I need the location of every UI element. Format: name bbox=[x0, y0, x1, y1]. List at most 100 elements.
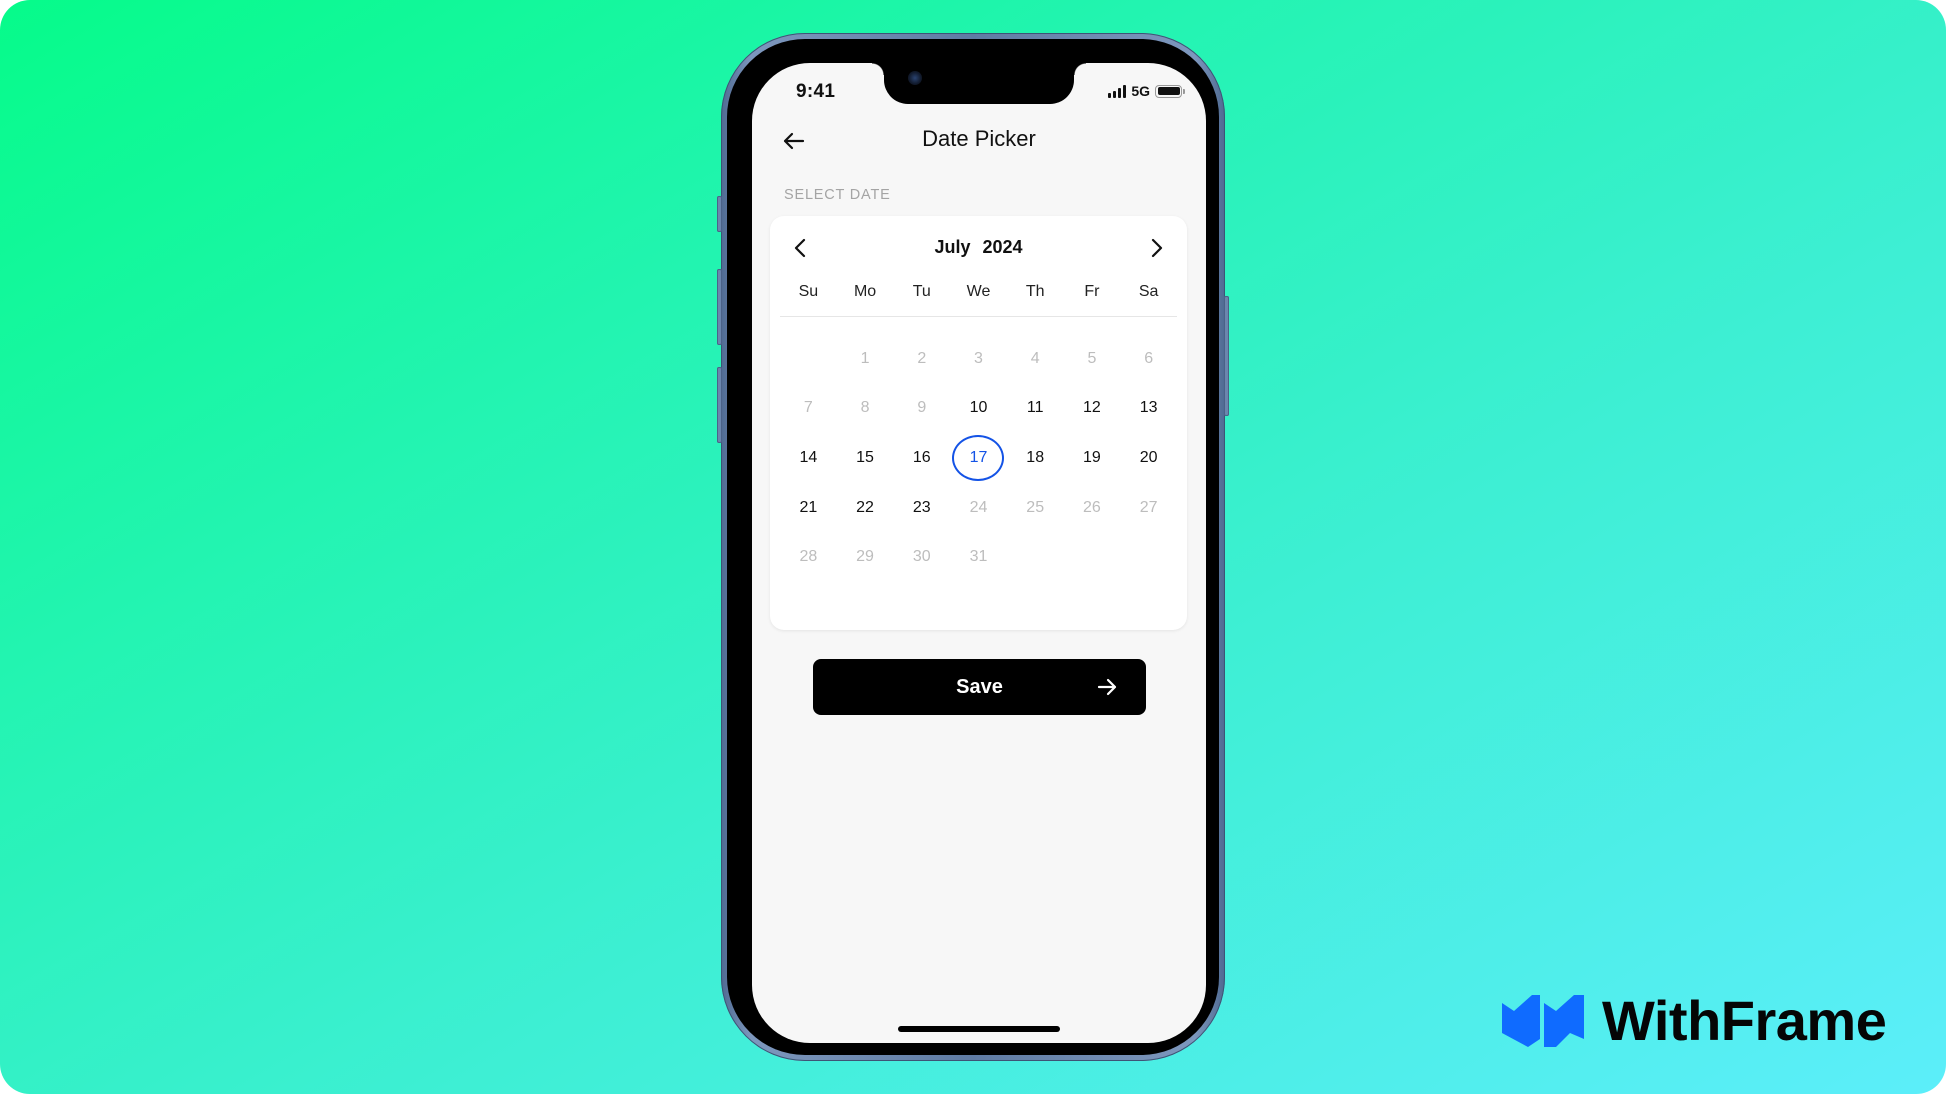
day-cell: 3 bbox=[950, 334, 1007, 384]
day-cell[interactable]: 18 bbox=[1007, 433, 1064, 483]
day-cell: 9 bbox=[893, 384, 950, 434]
page-title: Date Picker bbox=[922, 126, 1036, 151]
save-button-label: Save bbox=[956, 675, 1003, 698]
day-number: 18 bbox=[1026, 448, 1045, 466]
weekday-label: Mo bbox=[853, 283, 877, 300]
power-button bbox=[1224, 296, 1229, 416]
chevron-right-icon bbox=[1151, 238, 1163, 258]
phone-bezel: 9:41 5G Date Picker SELECT DATE July 202… bbox=[727, 39, 1219, 1055]
day-number: 29 bbox=[856, 548, 874, 566]
day-number: 15 bbox=[856, 448, 874, 466]
day-number: 11 bbox=[1026, 399, 1044, 417]
day-cell: 25 bbox=[1007, 483, 1064, 533]
weekday-label: Su bbox=[798, 283, 819, 300]
withframe-logo-icon bbox=[1502, 995, 1584, 1047]
day-cell: 1 bbox=[837, 334, 894, 384]
day-number: 6 bbox=[1144, 349, 1154, 367]
mute-switch bbox=[717, 196, 722, 232]
day-cell: 29 bbox=[837, 532, 894, 582]
day-cell[interactable]: 22 bbox=[837, 483, 894, 533]
weekday-divider bbox=[780, 316, 1177, 317]
day-cell[interactable]: 21 bbox=[780, 483, 837, 533]
day-number: 5 bbox=[1087, 349, 1097, 367]
day-number: 26 bbox=[1083, 498, 1101, 516]
day-cell: 5 bbox=[1064, 334, 1121, 384]
day-number: 27 bbox=[1139, 498, 1158, 516]
day-number: 10 bbox=[969, 399, 988, 417]
day-cell: 24 bbox=[950, 483, 1007, 533]
day-number: 31 bbox=[969, 548, 988, 566]
battery-icon bbox=[1155, 84, 1185, 98]
home-indicator bbox=[898, 1026, 1060, 1032]
day-cell: 6 bbox=[1120, 334, 1177, 384]
day-cell[interactable]: 20 bbox=[1120, 433, 1177, 483]
phone-screen: 9:41 5G Date Picker SELECT DATE July 202… bbox=[752, 63, 1206, 1043]
day-number: 20 bbox=[1139, 448, 1158, 466]
day-cell: 8 bbox=[837, 384, 894, 434]
front-camera-icon bbox=[908, 71, 922, 85]
weekday-label: Fr bbox=[1084, 283, 1100, 300]
day-cell: 31 bbox=[950, 532, 1007, 582]
weekday-label: Sa bbox=[1138, 283, 1159, 300]
year-label: 2024 bbox=[982, 237, 1023, 257]
day-number: 17 bbox=[952, 434, 1005, 481]
day-cell-selected[interactable]: 17 bbox=[950, 433, 1007, 483]
volume-up-button bbox=[717, 269, 722, 345]
day-cell-empty bbox=[1120, 532, 1177, 582]
day-cell: 28 bbox=[780, 532, 837, 582]
day-cell[interactable]: 11 bbox=[1007, 384, 1064, 434]
days-grid: 1 2 3 4 5 6 7 8 9 10 11 12 13 14 15 16 17 18 19 20 21 22 23 24 2… bbox=[780, 334, 1177, 582]
day-cell[interactable]: 16 bbox=[893, 433, 950, 483]
month-label: July bbox=[934, 237, 971, 257]
signal-bars-icon bbox=[1108, 84, 1127, 98]
brand-name: WithFrame bbox=[1602, 989, 1887, 1052]
status-indicators: 5G bbox=[1108, 83, 1185, 99]
day-cell[interactable]: 12 bbox=[1064, 384, 1121, 434]
notch bbox=[872, 63, 1086, 104]
section-label: SELECT DATE bbox=[784, 187, 891, 203]
day-number: 1 bbox=[860, 349, 870, 367]
day-number: 13 bbox=[1139, 399, 1158, 417]
month-year-title: July 2024 bbox=[770, 237, 1187, 258]
day-cell: 30 bbox=[893, 532, 950, 582]
weekday-header: Su Mo Tu We Th Fr Sa bbox=[780, 283, 1177, 301]
day-cell-empty bbox=[1007, 532, 1064, 582]
day-number: 28 bbox=[799, 548, 818, 566]
day-cell-empty bbox=[780, 334, 837, 384]
day-number: 25 bbox=[1026, 498, 1045, 516]
next-month-button[interactable] bbox=[1143, 234, 1171, 262]
weekday-label: Tu bbox=[912, 283, 931, 300]
volume-down-button bbox=[717, 367, 722, 443]
day-cell: 26 bbox=[1064, 483, 1121, 533]
day-number: 4 bbox=[1030, 349, 1040, 367]
day-number: 22 bbox=[856, 498, 874, 516]
day-cell[interactable]: 15 bbox=[837, 433, 894, 483]
day-cell-empty bbox=[1064, 532, 1121, 582]
weekday-label: Th bbox=[1025, 283, 1045, 300]
day-cell[interactable]: 23 bbox=[893, 483, 950, 533]
save-button[interactable]: Save bbox=[813, 659, 1146, 715]
day-number: 21 bbox=[799, 498, 818, 516]
day-number: 3 bbox=[974, 349, 983, 367]
day-cell[interactable]: 13 bbox=[1120, 384, 1177, 434]
day-cell[interactable]: 19 bbox=[1064, 433, 1121, 483]
day-number: 2 bbox=[917, 349, 927, 367]
weekday-label: We bbox=[966, 283, 991, 300]
calendar-card: July2024 Su Mo Tu We Th Fr Sa 12345678 bbox=[770, 216, 1187, 630]
day-number: 30 bbox=[912, 548, 931, 566]
day-number: 19 bbox=[1083, 448, 1101, 466]
day-cell[interactable]: 14 bbox=[780, 433, 837, 483]
day-number: 12 bbox=[1083, 399, 1101, 417]
arrow-right-icon bbox=[1097, 678, 1117, 696]
day-number: 23 bbox=[912, 498, 931, 516]
day-cell: 7 bbox=[780, 384, 837, 434]
day-number: 24 bbox=[969, 498, 988, 516]
network-label: 5G bbox=[1131, 83, 1150, 99]
day-cell: 4 bbox=[1007, 334, 1064, 384]
day-number: 16 bbox=[912, 448, 931, 466]
status-time: 9:41 bbox=[796, 81, 836, 102]
day-number: 14 bbox=[799, 448, 818, 466]
day-cell[interactable]: 10 bbox=[950, 384, 1007, 434]
brand-logo: WithFrame bbox=[1500, 989, 1887, 1052]
day-number: 9 bbox=[917, 399, 927, 417]
